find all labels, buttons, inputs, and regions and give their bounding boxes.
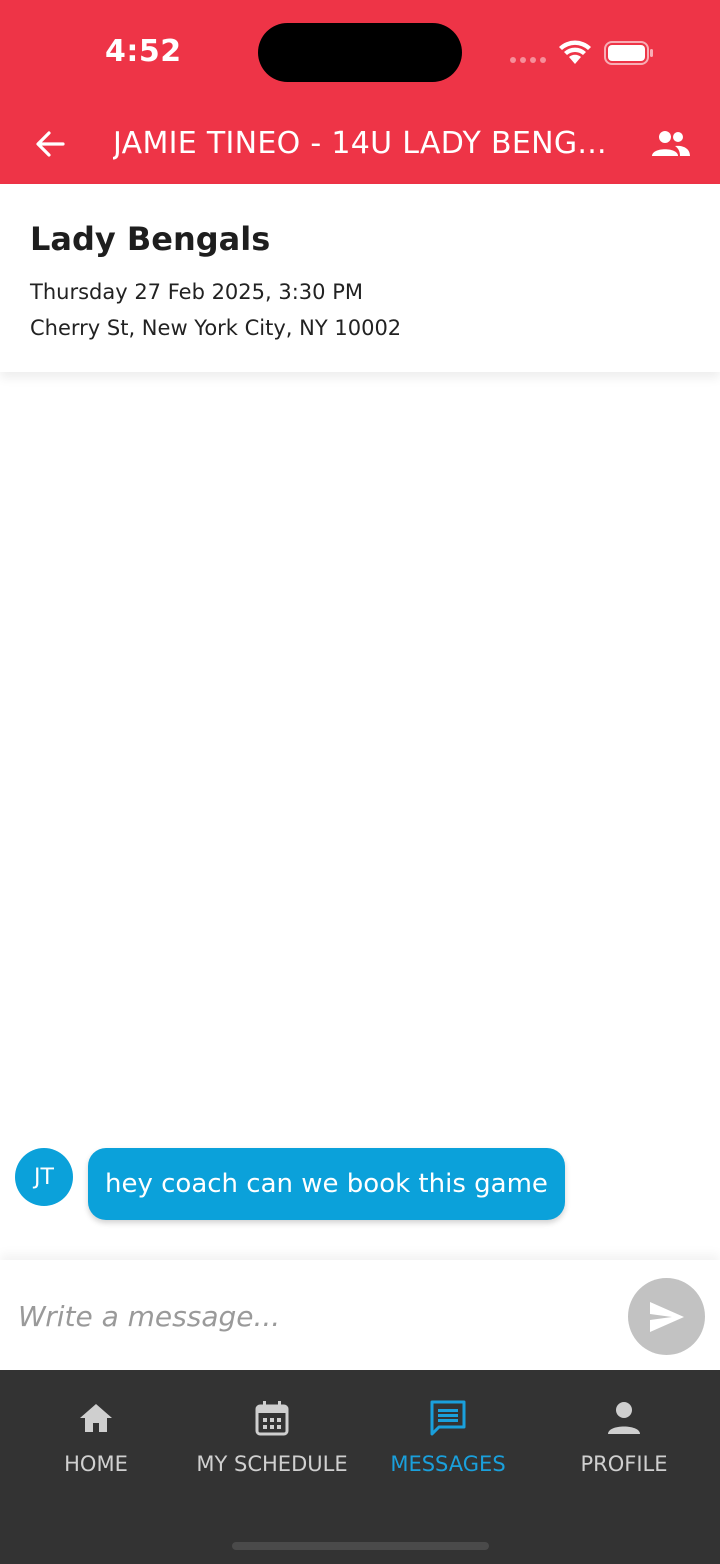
event-datetime: Thursday 27 Feb 2025, 3:30 PM [30,280,363,304]
conversation-title: JAMIE TINEO - 14U LADY BENG... [113,126,607,161]
event-title: Lady Bengals [30,220,271,258]
message-composer [0,1260,720,1370]
battery-icon [604,41,653,65]
event-card[interactable]: Lady Bengals Thursday 27 Feb 2025, 3:30 … [0,184,720,372]
message-input[interactable] [18,1286,608,1346]
back-button[interactable] [30,124,70,164]
group-icon [652,131,690,156]
nav-messages[interactable]: MESSAGES [358,1398,538,1476]
home-icon [80,1404,112,1432]
nav-home[interactable]: HOME [6,1398,186,1476]
status-time: 4:52 [105,34,182,69]
home-indicator [232,1542,489,1550]
send-button[interactable] [628,1278,705,1355]
calendar-icon [255,1401,289,1436]
nav-profile-label: PROFILE [580,1452,668,1476]
nav-home-label: HOME [64,1452,128,1476]
nav-profile[interactable]: PROFILE [534,1398,714,1476]
wifi-icon [559,40,591,64]
arrow-left-icon [36,131,65,157]
event-location: Cherry St, New York City, NY 10002 [30,316,402,340]
dynamic-island [258,23,462,82]
signal-icon [510,57,546,63]
send-icon [649,1301,684,1332]
person-icon [608,1402,640,1434]
message-item: JT hey coach can we book this game [15,1148,565,1220]
nav-my-schedule[interactable]: MY SCHEDULE [182,1398,362,1476]
avatar[interactable]: JT [15,1148,73,1206]
participants-button[interactable] [648,124,694,164]
message-bubble[interactable]: hey coach can we book this game [88,1148,565,1220]
nav-messages-label: MESSAGES [390,1452,506,1476]
bottom-navigation: HOME MY SCHEDULE MESSAGES PROFILE [0,1370,720,1564]
message-icon [430,1400,466,1436]
app-header: 4:52 JAMIE TINEO - 14U LADY BENG... [0,0,720,184]
nav-my-schedule-label: MY SCHEDULE [196,1452,348,1476]
